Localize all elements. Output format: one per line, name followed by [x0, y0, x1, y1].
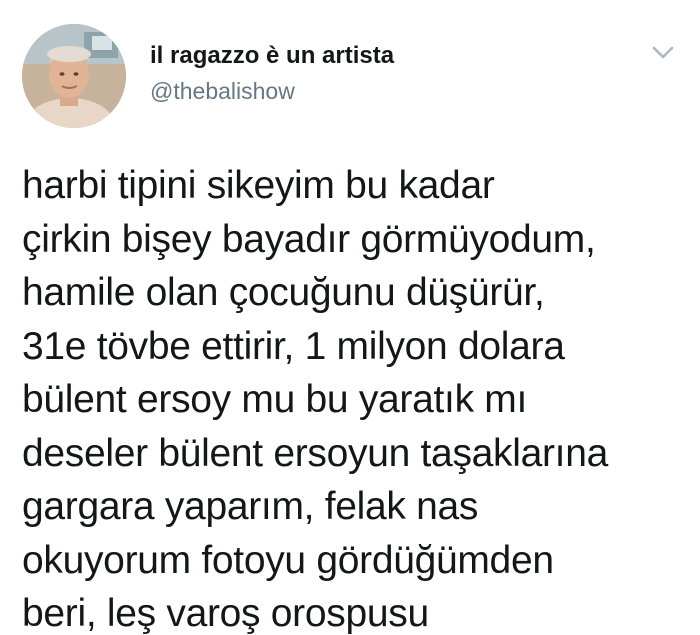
tweet-text-line: beri, leş varoş orospusu [22, 592, 429, 635]
user-handle[interactable]: @thebalishow [150, 78, 295, 105]
tweet-text-line: bülent ersoy mu bu yaratık mı [22, 378, 528, 421]
avatar[interactable] [22, 24, 126, 128]
tweet-text-line: deseler bülent ersoyun taşaklarına [22, 431, 608, 475]
avatar-photo-icon [22, 24, 126, 128]
tweet-text-line: çirkin bişey bayadır görmüyodum, [22, 217, 596, 261]
tweet-card: il ragazzo è un artista @thebalishow har… [0, 0, 700, 635]
tweet-text-line: harbi tipini sikeyim bu kadar [22, 164, 495, 207]
tweet-text-line: okuyorum fotoyu gördüğümden [22, 538, 554, 582]
tweet-text-line: 31e tövbe ettirir, 1 milyon dolara [22, 324, 565, 368]
tweet-text-line: gargara yaparım, felak nas [22, 485, 479, 528]
tweet-text-line: hamile olan çocuğunu düşürür, [22, 271, 545, 314]
tweet-text: harbi tipini sikeyim bu kadar çirkin biş… [22, 159, 692, 635]
display-name[interactable]: il ragazzo è un artista [150, 42, 394, 70]
chevron-down-icon[interactable] [648, 40, 678, 64]
